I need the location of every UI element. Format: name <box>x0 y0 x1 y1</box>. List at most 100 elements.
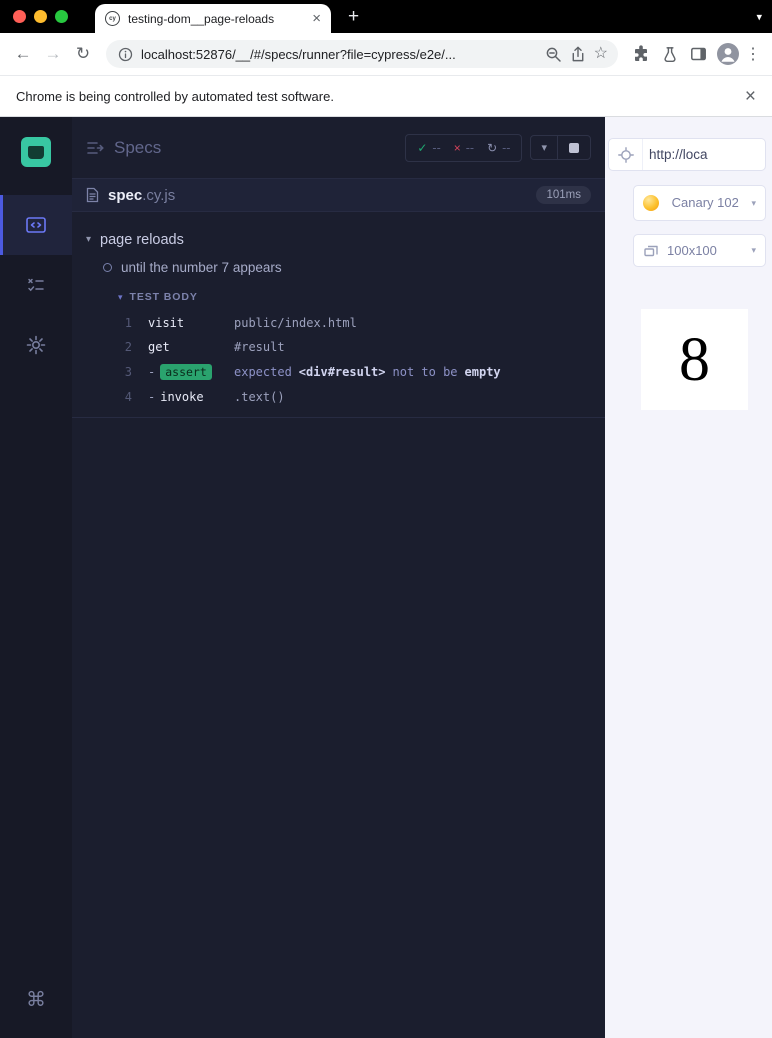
assert-badge: assert <box>160 364 212 380</box>
tab-search-chevron-icon[interactable]: ▾ <box>756 10 762 23</box>
flask-icon[interactable] <box>655 46 684 63</box>
command-log: 1 visit public/index.html 2 get #result … <box>118 311 605 409</box>
chevron-down-icon: ▾ <box>751 197 756 208</box>
run-controls: ▾ <box>530 135 591 160</box>
side-panel-icon[interactable] <box>684 46 713 62</box>
command-number: 4 <box>124 390 132 404</box>
chevron-down-icon: ▾ <box>751 245 756 255</box>
infobar-close-button[interactable]: × <box>745 87 756 106</box>
command-detail: .text() <box>234 390 285 404</box>
sidebar-item-specs[interactable] <box>0 195 72 255</box>
result-number: 8 <box>679 325 710 394</box>
command-name: visit <box>148 316 185 330</box>
reporter-divider <box>72 417 605 418</box>
command-detail: #result <box>234 340 285 354</box>
suite-title: page reloads <box>100 232 184 248</box>
suite-row[interactable]: ▾ page reloads <box>72 224 605 256</box>
test-state-icon <box>103 263 112 272</box>
chevron-down-icon: ▾ <box>86 234 92 245</box>
test-title: until the number 7 appears <box>121 260 282 275</box>
browser-toolbar: ← → ↻ localhost:52876/__/#/specs/runner?… <box>0 33 772 76</box>
infobar-message: Chrome is being controlled by automated … <box>16 88 334 104</box>
cypress-logo-glyph <box>28 146 44 159</box>
keyboard-shortcuts-button[interactable]: ⌘ <box>26 987 46 1012</box>
assert-message: expected <div#result> not to be empty <box>234 365 501 379</box>
command-number: 2 <box>124 340 132 354</box>
refresh-icon: ↻ <box>487 140 498 155</box>
cypress-app: ⌘ Specs ✓ -- × -- ↻ -- ▾ spec.cy.js 101m… <box>0 117 772 1038</box>
stat-failed: × -- <box>453 140 475 155</box>
bookmark-star-icon[interactable]: ☆ <box>594 46 608 62</box>
aut-panel: Canary 102 ▾ 100x100 ▾ 8 <box>605 117 772 1038</box>
cypress-favicon-icon: cy <box>105 11 120 26</box>
share-icon[interactable] <box>570 46 586 63</box>
back-button[interactable]: ← <box>8 44 38 64</box>
site-info-icon[interactable] <box>118 47 133 62</box>
minimize-window-button[interactable] <box>34 10 47 23</box>
aut-url-input[interactable] <box>643 147 765 162</box>
window-controls <box>0 10 68 23</box>
aut-url-bar[interactable] <box>608 138 766 171</box>
command-number: 3 <box>124 365 132 379</box>
profile-avatar[interactable] <box>713 43 742 65</box>
sidebar-item-settings[interactable] <box>0 315 72 375</box>
reporter-header: Specs ✓ -- × -- ↻ -- ▾ <box>72 117 605 179</box>
reporter-title: Specs <box>114 137 162 157</box>
chrome-canary-icon <box>643 195 659 211</box>
sidebar-item-runs[interactable] <box>0 255 72 315</box>
command-row[interactable]: 4 - invoke .text() <box>118 385 605 409</box>
browser-label: Canary 102 <box>671 194 739 210</box>
test-body-header[interactable]: ▾ TEST BODY <box>118 289 605 311</box>
gear-icon <box>26 335 46 355</box>
cypress-logo[interactable] <box>21 137 51 167</box>
command-name: get <box>148 340 170 354</box>
check-icon: ✓ <box>417 140 428 155</box>
automation-infobar: Chrome is being controlled by automated … <box>0 76 772 117</box>
tab-close-icon[interactable]: × <box>312 11 321 26</box>
cross-icon: × <box>453 140 461 155</box>
extensions-icon[interactable] <box>626 45 655 63</box>
specs-list-toggle-icon[interactable] <box>86 140 104 156</box>
stat-pending: ↻ -- <box>487 140 511 155</box>
reload-button[interactable]: ↻ <box>68 44 98 64</box>
command-number: 1 <box>124 316 132 330</box>
tab-strip: cy testing-dom__page-reloads × + ▾ <box>0 0 772 33</box>
command-row-assert[interactable]: 3 - assert expected <div#result> not to … <box>118 359 605 385</box>
close-window-button[interactable] <box>13 10 26 23</box>
zoom-icon[interactable] <box>545 46 562 63</box>
address-bar[interactable]: localhost:52876/__/#/specs/runner?file=c… <box>106 40 618 68</box>
viewport-icon <box>643 243 659 258</box>
stop-button[interactable] <box>558 136 590 159</box>
test-stats: ✓ -- × -- ↻ -- <box>405 133 523 162</box>
test-list-icon <box>28 278 44 292</box>
cypress-sidebar: ⌘ <box>0 117 72 1038</box>
command-name: - assert <box>148 364 234 380</box>
command-dash: - <box>148 365 156 379</box>
tab-title: testing-dom__page-reloads <box>128 11 275 26</box>
test-body-label: TEST BODY <box>129 291 198 303</box>
browser-menu-icon[interactable]: ⋮ <box>742 44 764 64</box>
browser-tab[interactable]: cy testing-dom__page-reloads × <box>95 4 331 33</box>
zoom-window-button[interactable] <box>55 10 68 23</box>
viewport-selector[interactable]: 100x100 ▾ <box>633 234 766 267</box>
url-text[interactable]: localhost:52876/__/#/specs/runner?file=c… <box>141 47 537 62</box>
new-tab-button[interactable]: + <box>348 6 359 28</box>
test-row[interactable]: until the number 7 appears <box>72 256 605 279</box>
spec-duration-badge: 101ms <box>536 186 591 204</box>
chevron-down-icon: ▾ <box>118 291 123 302</box>
command-name: - invoke <box>148 390 204 404</box>
suite-block: ▾ page reloads until the number 7 appear… <box>72 212 605 418</box>
collapse-all-button[interactable]: ▾ <box>531 136 558 159</box>
browser-selector[interactable]: Canary 102 ▾ <box>633 185 766 221</box>
stop-icon <box>569 142 579 153</box>
selector-playground-icon[interactable] <box>609 139 643 170</box>
favicon-text: cy <box>109 15 116 22</box>
aut-frame[interactable]: 8 <box>641 309 748 410</box>
code-panel-icon <box>26 217 46 233</box>
spec-file-row[interactable]: spec.cy.js 101ms <box>72 179 605 212</box>
forward-button[interactable]: → <box>38 44 68 64</box>
command-row[interactable]: 2 get #result <box>118 335 605 359</box>
spec-name: spec.cy.js <box>108 186 176 204</box>
test-reporter: Specs ✓-- ×-- ↻-- ▾ spec.cy.js 101ms <box>72 117 605 1038</box>
command-row[interactable]: 1 visit public/index.html <box>118 311 605 335</box>
